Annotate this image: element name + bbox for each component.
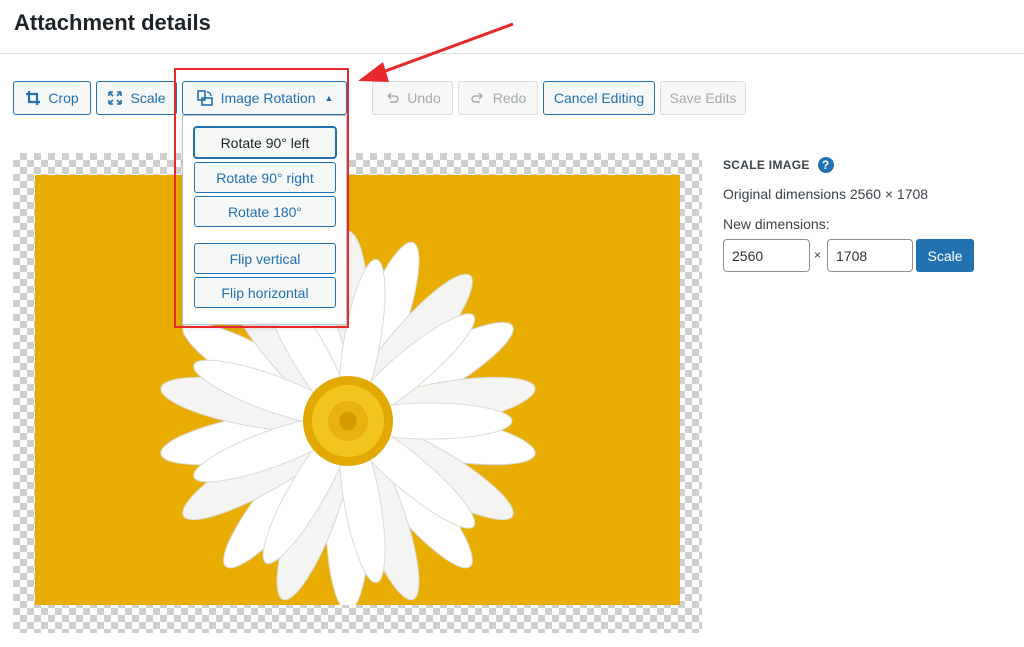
scale-image-heading-text: SCALE IMAGE — [723, 158, 810, 172]
header: Attachment details — [0, 0, 1024, 54]
redo-label: Redo — [492, 90, 527, 106]
cancel-editing-button[interactable]: Cancel Editing — [543, 81, 655, 115]
save-edits-label: Save Edits — [669, 90, 737, 106]
flip-vertical-option[interactable]: Flip vertical — [194, 243, 336, 274]
undo-label: Undo — [407, 90, 441, 106]
scale-image-panel: SCALE IMAGE ? Original dimensions 2560 ×… — [723, 156, 1013, 272]
redo-button[interactable]: Redo — [458, 81, 538, 115]
image-rotation-menu: Rotate 90° left Rotate 90° right Rotate … — [182, 115, 347, 325]
rotate-180-option[interactable]: Rotate 180° — [194, 196, 336, 227]
rotation-icon — [196, 89, 214, 107]
image-rotation-button[interactable]: Image Rotation ▲ — [182, 81, 347, 115]
scale-submit-button[interactable]: Scale — [916, 239, 974, 272]
crop-icon — [25, 90, 41, 106]
scale-image-heading: SCALE IMAGE ? — [723, 156, 1013, 174]
undo-button[interactable]: Undo — [372, 81, 453, 115]
page-title: Attachment details — [14, 10, 211, 35]
save-edits-button[interactable]: Save Edits — [660, 81, 746, 115]
original-dimensions: Original dimensions 2560 × 1708 — [723, 186, 929, 202]
crop-button[interactable]: Crop — [13, 81, 91, 115]
flip-horizontal-option[interactable]: Flip horizontal — [194, 277, 336, 308]
redo-icon — [470, 91, 486, 105]
rotate-90-left-option[interactable]: Rotate 90° left — [194, 127, 336, 158]
scale-icon — [107, 90, 123, 106]
cancel-editing-label: Cancel Editing — [553, 90, 645, 106]
undo-icon — [384, 91, 400, 105]
scale-button[interactable]: Scale — [96, 81, 177, 115]
rotate-90-right-option[interactable]: Rotate 90° right — [194, 162, 336, 193]
image-rotation-label: Image Rotation — [220, 90, 316, 106]
times-sign: × — [814, 248, 822, 262]
new-dimensions-label: New dimensions: — [723, 216, 830, 232]
height-input[interactable] — [827, 239, 913, 272]
help-icon[interactable]: ? — [817, 157, 834, 173]
scale-label: Scale — [130, 90, 166, 106]
crop-label: Crop — [48, 90, 79, 106]
caret-up-icon: ▲ — [324, 93, 334, 103]
width-input[interactable] — [723, 239, 810, 272]
image-preview — [35, 175, 680, 605]
